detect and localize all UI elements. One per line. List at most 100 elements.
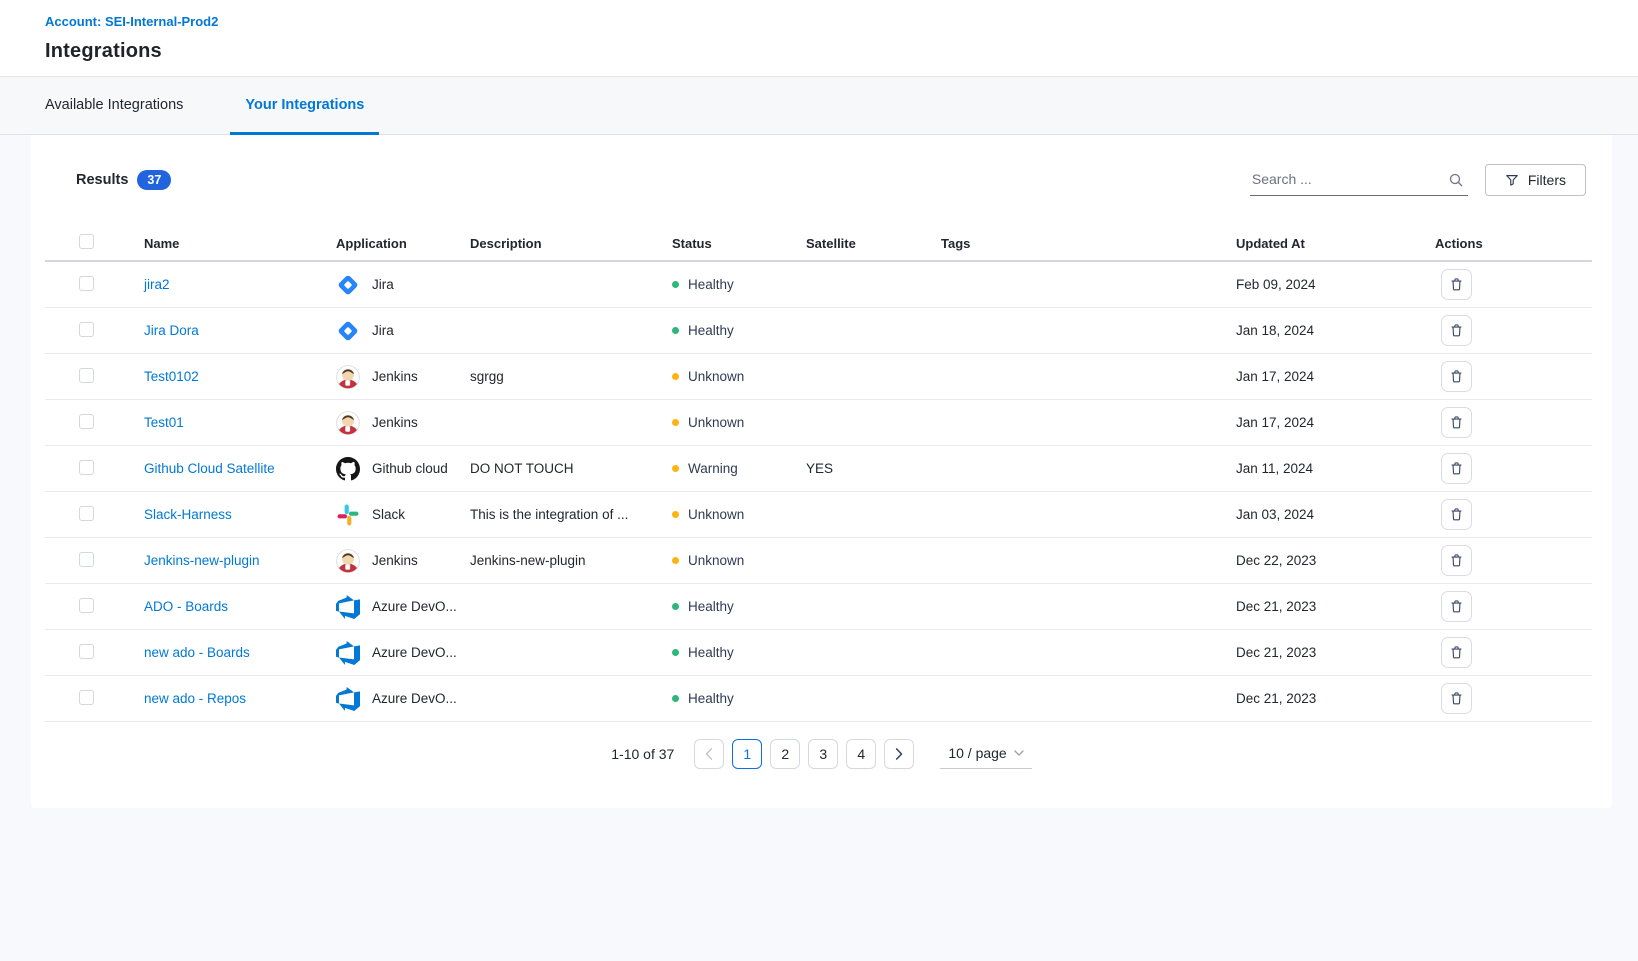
updated-at-value: Jan 17, 2024 (1236, 415, 1435, 430)
delete-integration-button[interactable] (1441, 591, 1472, 622)
status-dot (672, 419, 679, 426)
jenkins-icon (336, 365, 360, 389)
delete-integration-button[interactable] (1441, 683, 1472, 714)
row-checkbox[interactable] (79, 644, 94, 659)
status-dot (672, 327, 679, 334)
tab-available-integrations[interactable]: Available Integrations (30, 77, 198, 135)
delete-integration-button[interactable] (1441, 361, 1472, 392)
row-checkbox[interactable] (79, 460, 94, 475)
pagination-page-1-button[interactable]: 1 (732, 739, 762, 769)
application-label: Jenkins (372, 553, 418, 568)
row-checkbox[interactable] (79, 690, 94, 705)
status-label: Healthy (688, 323, 734, 338)
pagination-page-3-button[interactable]: 3 (808, 739, 838, 769)
status-label: Healthy (688, 599, 734, 614)
row-checkbox[interactable] (79, 414, 94, 429)
toolbar: Results 37 Filters (31, 135, 1612, 201)
updated-at-value: Jan 17, 2024 (1236, 369, 1435, 384)
delete-integration-button[interactable] (1441, 637, 1472, 668)
status-label: Healthy (688, 691, 734, 706)
application-label: Github cloud (372, 461, 448, 476)
tab-your-integrations[interactable]: Your Integrations (230, 77, 379, 135)
pagination-page-4-button[interactable]: 4 (846, 739, 876, 769)
status-dot (672, 465, 679, 472)
application-label: Azure DevO... (372, 599, 457, 614)
delete-integration-button[interactable] (1441, 407, 1472, 438)
status-label: Unknown (688, 553, 744, 568)
trash-icon (1449, 369, 1464, 384)
column-header-status: Status (672, 236, 806, 251)
trash-icon (1449, 323, 1464, 338)
description-text: This is the integration of ... (470, 507, 672, 522)
delete-integration-button[interactable] (1441, 269, 1472, 300)
github-icon (336, 457, 360, 481)
delete-integration-button[interactable] (1441, 545, 1472, 576)
updated-at-value: Jan 11, 2024 (1236, 461, 1435, 476)
delete-integration-button[interactable] (1441, 453, 1472, 484)
description-text: DO NOT TOUCH (470, 461, 672, 476)
trash-icon (1449, 645, 1464, 660)
search-field (1250, 164, 1468, 196)
filters-button-label: Filters (1528, 172, 1566, 188)
trash-icon (1449, 691, 1464, 706)
delete-integration-button[interactable] (1441, 315, 1472, 346)
integration-name-link[interactable]: ADO - Boards (144, 599, 228, 614)
jenkins-icon (336, 549, 360, 573)
integration-name-link[interactable]: jira2 (144, 277, 170, 292)
pagination-page-2-button[interactable]: 2 (770, 739, 800, 769)
account-breadcrumb-link[interactable]: Account: SEI-Internal-Prod2 (45, 14, 218, 29)
trash-icon (1449, 553, 1464, 568)
table-row: ADO - Boards Azure DevO... Healthy Dec 2… (45, 584, 1592, 630)
trash-icon (1449, 461, 1464, 476)
status-label: Healthy (688, 645, 734, 660)
integration-name-link[interactable]: Jira Dora (144, 323, 199, 338)
pagination-next-button[interactable] (884, 739, 914, 769)
integration-name-link[interactable]: Test01 (144, 415, 184, 430)
application-label: Jenkins (372, 369, 418, 384)
trash-icon (1449, 277, 1464, 292)
status-label: Unknown (688, 507, 744, 522)
column-header-tags: Tags (941, 236, 1236, 251)
row-checkbox[interactable] (79, 598, 94, 613)
integration-name-link[interactable]: Test0102 (144, 369, 199, 384)
description-text: sgrgg (470, 369, 672, 384)
status-dot (672, 649, 679, 656)
updated-at-value: Dec 21, 2023 (1236, 599, 1435, 614)
content-area: Results 37 Filters (0, 135, 1638, 961)
column-header-satellite: Satellite (806, 236, 941, 251)
filters-button[interactable]: Filters (1485, 164, 1586, 196)
status-label: Unknown (688, 415, 744, 430)
page-size-label: 10 / page (948, 745, 1006, 761)
search-input[interactable] (1250, 164, 1468, 196)
updated-at-value: Dec 21, 2023 (1236, 691, 1435, 706)
description-text: Jenkins-new-plugin (470, 553, 672, 568)
delete-integration-button[interactable] (1441, 499, 1472, 530)
column-header-name: Name (144, 236, 336, 251)
select-all-checkbox[interactable] (79, 234, 94, 249)
application-label: Azure DevO... (372, 691, 457, 706)
column-header-application: Application (336, 236, 470, 251)
jira-icon (336, 319, 360, 343)
trash-icon (1449, 599, 1464, 614)
pagination-prev-button[interactable] (694, 739, 724, 769)
integration-name-link[interactable]: new ado - Repos (144, 691, 246, 706)
pagination: 1-10 of 37 1 2 3 4 10 / page (31, 722, 1612, 769)
integration-name-link[interactable]: Jenkins-new-plugin (144, 553, 260, 568)
row-checkbox[interactable] (79, 276, 94, 291)
row-checkbox[interactable] (79, 322, 94, 337)
integrations-card: Results 37 Filters (31, 135, 1612, 808)
azure-devops-icon (336, 595, 360, 619)
integration-name-link[interactable]: Slack-Harness (144, 507, 232, 522)
integration-name-link[interactable]: new ado - Boards (144, 645, 250, 660)
trash-icon (1449, 415, 1464, 430)
integration-name-link[interactable]: Github Cloud Satellite (144, 461, 275, 476)
table-row: Jenkins-new-plugin Jenkins Jenkins-new-p… (45, 538, 1592, 584)
page-size-select[interactable]: 10 / page (940, 740, 1031, 769)
table-row: new ado - Boards Azure DevO... Healthy D… (45, 630, 1592, 676)
row-checkbox[interactable] (79, 368, 94, 383)
row-checkbox[interactable] (79, 552, 94, 567)
status-label: Healthy (688, 277, 734, 292)
column-header-updated-at: Updated At (1236, 236, 1435, 251)
row-checkbox[interactable] (79, 506, 94, 521)
page-title: Integrations (45, 40, 1593, 63)
